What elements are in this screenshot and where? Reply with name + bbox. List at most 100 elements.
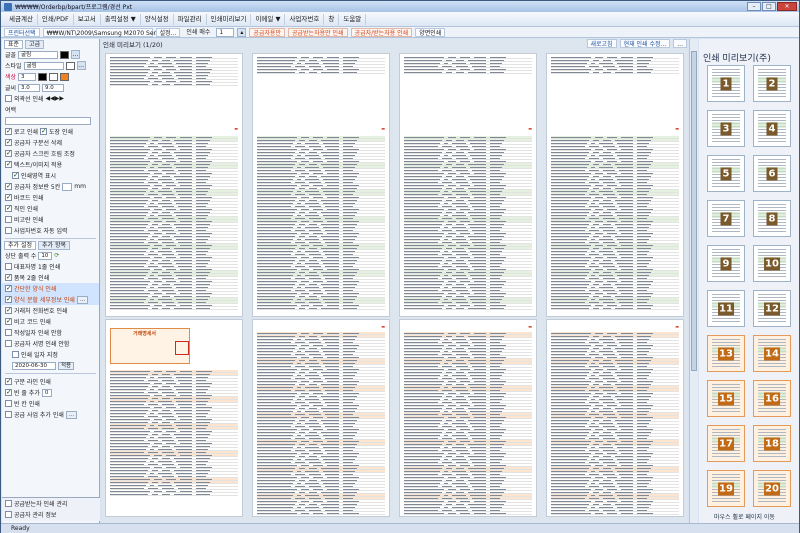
menu-item[interactable]: 인쇄미리보기 bbox=[207, 13, 252, 25]
page-thumbnail[interactable]: 18 bbox=[753, 425, 791, 462]
option-checkbox[interactable] bbox=[5, 377, 12, 385]
duplex-button[interactable]: 양면인쇄 bbox=[415, 27, 446, 37]
page-thumbnail[interactable]: 17 bbox=[707, 425, 745, 462]
menu-item[interactable]: 파일관리 bbox=[174, 13, 207, 25]
option-checkbox[interactable] bbox=[5, 273, 12, 281]
page-thumbnail[interactable]: 13 bbox=[707, 335, 745, 372]
color-swatch-white[interactable] bbox=[49, 72, 59, 81]
size-input-1[interactable]: 3.0 bbox=[18, 83, 41, 92]
preview-page[interactable]: ▬ bbox=[546, 319, 684, 517]
font-select[interactable]: 굴림 bbox=[18, 50, 59, 59]
option-checkbox[interactable] bbox=[5, 149, 12, 157]
menu-item[interactable]: 양식설정 bbox=[141, 13, 174, 25]
preview-scrollbar[interactable] bbox=[689, 39, 698, 523]
option-checkbox[interactable] bbox=[5, 400, 12, 407]
margin-input[interactable] bbox=[5, 116, 91, 125]
preview-page[interactable]: ▬ bbox=[399, 319, 537, 517]
option-checkbox[interactable] bbox=[5, 388, 12, 396]
tab-extra-items[interactable]: 추가 항목 bbox=[38, 241, 70, 250]
menu-item[interactable]: 도움말 bbox=[339, 13, 367, 25]
printer-setup-button[interactable]: 설정... bbox=[155, 27, 181, 37]
outline-checkbox[interactable] bbox=[5, 95, 12, 102]
stamp-checkbox[interactable] bbox=[40, 127, 47, 135]
page-thumbnail[interactable]: 11 bbox=[707, 290, 745, 327]
option-checkbox[interactable] bbox=[5, 329, 12, 336]
font-color-button[interactable]: … bbox=[71, 50, 81, 59]
print-receiver-button[interactable]: 공급받는자용만 인쇄 bbox=[287, 27, 348, 37]
menu-item[interactable]: 출력설정 ▼ bbox=[101, 13, 141, 25]
option-checkbox[interactable] bbox=[5, 511, 12, 518]
scrollbar-thumb[interactable] bbox=[691, 51, 697, 371]
option-checkbox[interactable] bbox=[5, 263, 12, 270]
font-color-swatch[interactable] bbox=[60, 50, 70, 59]
option-checkbox[interactable] bbox=[5, 306, 12, 314]
page-thumbnail[interactable]: 10 bbox=[753, 245, 791, 282]
preview-page[interactable]: ▬ bbox=[546, 53, 684, 317]
page-thumbnail[interactable]: 9 bbox=[707, 245, 745, 282]
preview-page[interactable]: ▬ bbox=[105, 53, 243, 317]
style-color-swatch[interactable] bbox=[65, 61, 75, 70]
option-checkbox[interactable] bbox=[5, 216, 12, 223]
size-input-2[interactable]: 9.0 bbox=[42, 83, 65, 92]
page-thumbnail[interactable]: 4 bbox=[753, 110, 791, 147]
page-thumbnail[interactable]: 6 bbox=[753, 155, 791, 192]
settings-button[interactable]: … bbox=[65, 410, 78, 419]
edit-print-button[interactable]: 현재 인쇄 수정... bbox=[619, 39, 671, 48]
option-checkbox[interactable] bbox=[5, 284, 12, 292]
page-thumbnail[interactable]: 2 bbox=[753, 65, 791, 102]
preview-page[interactable]: ▬ bbox=[252, 53, 390, 317]
date-input[interactable]: 2020-06-30 bbox=[12, 361, 56, 370]
print-preview-area[interactable]: 인쇄 미리보기 (1/20) 새로고침 현재 인쇄 수정... ... ▬ ▬ ▬ ▬… bbox=[101, 39, 687, 523]
print-both-button[interactable]: 공급자/받는자용 인쇄 bbox=[350, 27, 413, 37]
page-thumbnail[interactable]: 12 bbox=[753, 290, 791, 327]
style-color-button[interactable]: … bbox=[76, 61, 86, 70]
printer-name-select[interactable]: ₩₩W/NT\2009\Samsung M2070 Series bbox=[42, 27, 164, 37]
menu-item[interactable]: 창 bbox=[324, 13, 340, 25]
page-thumbnail[interactable]: 20 bbox=[753, 470, 791, 507]
menu-item[interactable]: 사업자번호 bbox=[285, 13, 325, 25]
option-checkbox[interactable] bbox=[12, 171, 19, 179]
menu-item[interactable]: 이메일 ▼ bbox=[251, 13, 286, 25]
page-thumbnail[interactable]: 8 bbox=[753, 200, 791, 237]
copies-spin-icon[interactable]: ▴ bbox=[237, 27, 247, 37]
page-thumbnail[interactable]: 7 bbox=[707, 200, 745, 237]
page-thumbnail[interactable]: 19 bbox=[707, 470, 745, 507]
info-width-input[interactable] bbox=[62, 182, 73, 191]
close-button[interactable]: ✕ bbox=[777, 2, 797, 11]
more-button[interactable]: ... bbox=[673, 39, 687, 48]
preview-page[interactable]: 거래명세서 bbox=[105, 319, 243, 517]
option-checkbox[interactable] bbox=[5, 340, 12, 347]
copies-input[interactable]: 1 bbox=[216, 27, 235, 37]
preview-page[interactable]: ▬ bbox=[399, 53, 537, 317]
apply-button[interactable]: 적용 bbox=[58, 361, 75, 370]
option-checkbox[interactable] bbox=[5, 317, 12, 325]
tab-standard[interactable]: 표준 bbox=[4, 40, 24, 49]
option-checkbox[interactable] bbox=[5, 160, 12, 168]
page-thumbnail[interactable]: 5 bbox=[707, 155, 745, 192]
menu-item[interactable]: 세금계산 bbox=[5, 13, 38, 25]
style-select[interactable]: 굴림 bbox=[23, 61, 64, 70]
minimize-button[interactable]: – bbox=[747, 2, 761, 11]
page-thumbnail[interactable]: 1 bbox=[707, 65, 745, 102]
color-swatch-orange[interactable] bbox=[60, 72, 70, 81]
option-checkbox[interactable] bbox=[5, 127, 12, 135]
option-checkbox[interactable] bbox=[5, 500, 12, 507]
menu-item[interactable]: 인쇄/PDF bbox=[38, 13, 74, 25]
option-checkbox[interactable] bbox=[5, 193, 12, 201]
option-checkbox[interactable] bbox=[5, 204, 12, 212]
page-thumbnail[interactable]: 3 bbox=[707, 110, 745, 147]
refresh-icon[interactable]: ⟳ bbox=[54, 252, 59, 259]
tab-advanced[interactable]: 고급 bbox=[25, 40, 45, 49]
detail-settings-button[interactable]: … bbox=[76, 295, 89, 304]
option-checkbox[interactable] bbox=[12, 351, 19, 358]
page-thumbnail[interactable]: 14 bbox=[753, 335, 791, 372]
nav-arrows-icon[interactable]: ◀◀▶▶ bbox=[46, 95, 64, 102]
page-thumbnail[interactable]: 16 bbox=[753, 380, 791, 417]
printer-select-button[interactable]: 프린터선택 bbox=[4, 27, 40, 37]
tab-extra-settings[interactable]: 추가 설정 bbox=[4, 241, 36, 250]
thumbnail-panel[interactable]: 인쇄 미리보기(주) 마우스 휠로 페이지 이동 1 2 3 4 5 6 7 8 9 10 11 12… bbox=[699, 39, 799, 523]
blank-lines-input[interactable]: 0 bbox=[41, 388, 52, 397]
color-swatch-black[interactable] bbox=[38, 72, 48, 81]
preview-page[interactable]: ▬ bbox=[252, 319, 390, 517]
option-checkbox[interactable] bbox=[5, 138, 12, 146]
